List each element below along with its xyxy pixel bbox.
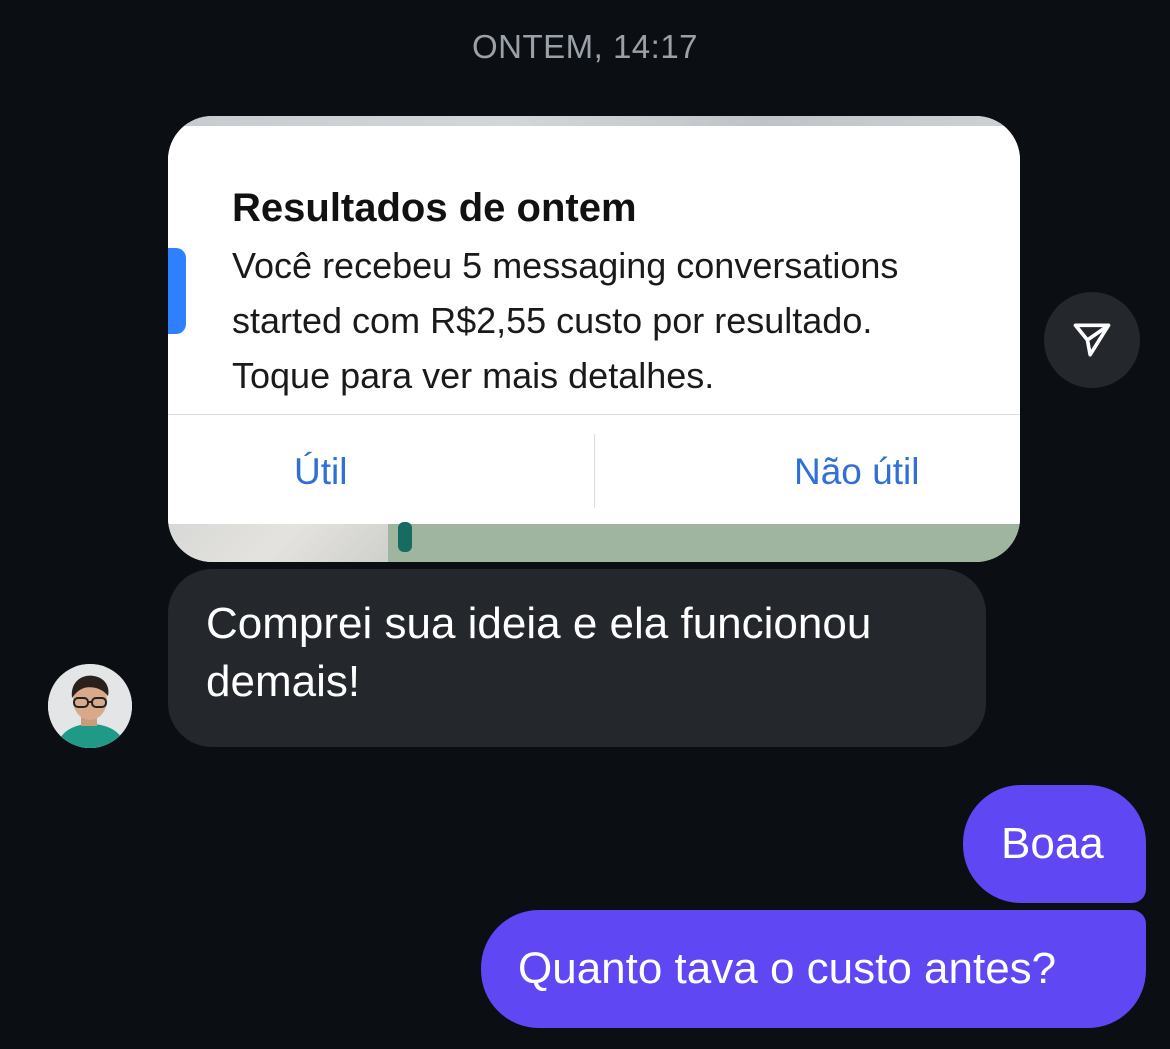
avatar-photo [48, 664, 132, 748]
notification-action-divider [594, 434, 595, 508]
received-message-bubble[interactable]: Comprei sua ideia e ela funcionou demais… [168, 569, 986, 747]
useful-button: Útil [294, 451, 348, 492]
sent-message-text: Quanto tava o custo antes? [518, 944, 1057, 993]
not-useful-button: Não útil [794, 451, 920, 492]
sent-message-text: Boaa [1001, 819, 1104, 868]
send-icon [1073, 323, 1111, 357]
notification-title: Resultados de ontem [232, 186, 637, 230]
notification-body: Você recebeu 5 messaging conversations s… [232, 245, 899, 396]
notification-divider [168, 414, 1020, 415]
notification-banner: Resultados de ontem Você recebeu 5 messa… [168, 126, 1020, 524]
conversation-timestamp: ONTEM, 14:17 [471, 28, 699, 65]
shared-image-card[interactable]: Resultados de ontem Você recebeu 5 messa… [168, 116, 1020, 562]
sender-avatar[interactable] [48, 664, 132, 748]
notification-accent-tab [168, 248, 186, 334]
sent-message-bubble[interactable]: Quanto tava o custo antes? [481, 910, 1146, 1028]
image-bottom-marker [398, 522, 412, 552]
image-top-strip [168, 116, 1020, 126]
sent-message-bubble[interactable]: Boaa [963, 785, 1146, 903]
share-button[interactable] [1044, 292, 1140, 388]
image-bottom-map [168, 524, 388, 562]
